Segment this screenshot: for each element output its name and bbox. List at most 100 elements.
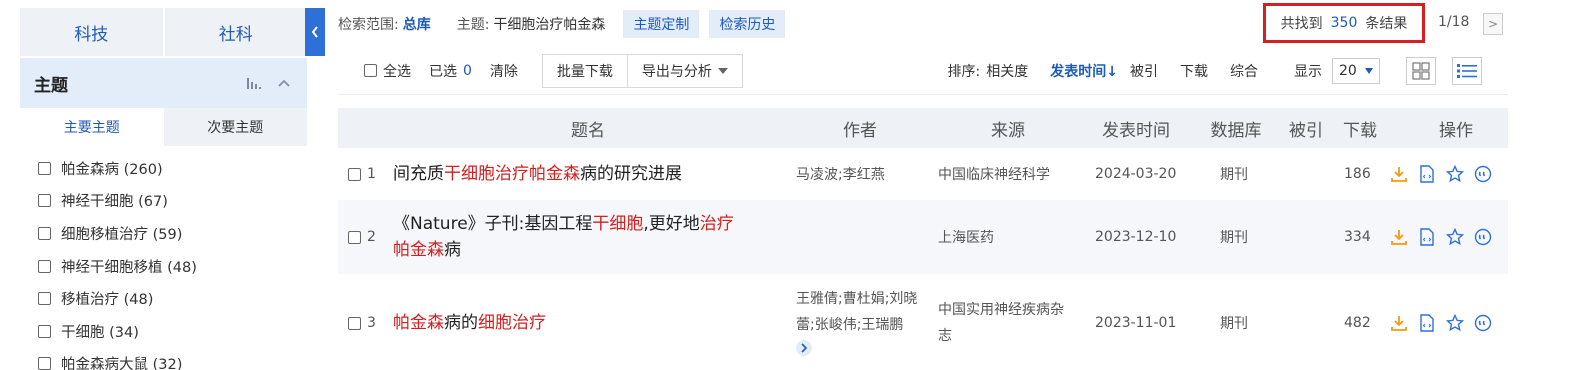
database: 期刊 — [1220, 316, 1248, 332]
col-database: 数据库 — [1210, 120, 1262, 141]
author-line: 王雅倩;曹杜娟;刘晓 — [796, 291, 918, 307]
tab-secondary-topic[interactable]: 次要主题 — [163, 108, 307, 146]
batch-download-button[interactable]: 批量下载 — [541, 53, 628, 88]
tab-science[interactable]: 科技 — [20, 8, 163, 56]
title-part: 《Nature》子刊:基因工程 — [393, 214, 593, 234]
title-part: 帕金森 — [393, 240, 444, 260]
title-part: ,更好地 — [643, 214, 700, 234]
star-icon[interactable] — [1446, 314, 1464, 332]
row-checkbox[interactable] — [348, 230, 361, 244]
topic-title: 主题 — [34, 75, 68, 96]
source-link[interactable]: 上海医药 — [938, 200, 994, 274]
caret-down-icon — [717, 67, 728, 74]
sort-download[interactable]: 下载 — [1180, 61, 1208, 81]
source-link[interactable]: 中国临床神经科学 — [938, 150, 1050, 198]
tab-social-science[interactable]: 社科 — [164, 8, 307, 56]
star-icon[interactable] — [1446, 228, 1464, 246]
sort-cited[interactable]: 被引 — [1130, 61, 1158, 81]
source-link[interactable]: 中国实用神经疾病杂 志 — [938, 276, 1064, 370]
sort-date-label: 发表时间 — [1050, 63, 1107, 80]
table-row: 3 帕金森 病的 细胞治疗 王雅倩;曹杜娟;刘晓 蕾;张峻伟;王瑞鹏 中国实用神经疾… — [338, 276, 1508, 370]
topic-item[interactable]: 移植治疗 (48) — [20, 282, 307, 315]
row-checkbox[interactable] — [348, 167, 361, 181]
download-icon[interactable] — [1390, 165, 1408, 183]
sort-composite[interactable]: 综合 — [1230, 61, 1258, 81]
theme-custom-button[interactable]: 主题定制 — [623, 10, 700, 38]
found-suffix: 条结果 — [1365, 16, 1408, 32]
topic-item[interactable]: 神经干细胞 (67) — [20, 185, 307, 218]
expand-authors-icon[interactable] — [796, 340, 812, 356]
chevron-up-icon[interactable] — [275, 74, 293, 92]
author-line: 蕾;张峻伟;王瑞鹏 — [796, 317, 904, 333]
article-title-link[interactable]: 《Nature》子刊:基因工程干细胞,更好地治疗 帕金森病 — [393, 200, 734, 274]
article-title-link[interactable]: 间充质 干细胞治疗帕金森 病的研究进展 — [393, 150, 682, 198]
select-all-checkbox[interactable] — [364, 64, 377, 77]
table-header: 题名 作者 来源 发表时间 数据库 被引 下载 操作 — [338, 108, 1508, 148]
page-indicator: 1/18 — [1438, 14, 1470, 30]
tab-main-topic[interactable]: 主要主题 — [20, 108, 164, 146]
next-page-button[interactable]: > — [1483, 13, 1503, 35]
author-link[interactable]: 王雅倩;曹杜娟;刘晓 蕾;张峻伟;王瑞鹏 — [796, 286, 917, 356]
topic-item[interactable]: 细胞移植治疗 (59) — [20, 217, 307, 250]
topic-item[interactable]: 神经干细胞移植 (48) — [20, 250, 307, 283]
title-part: 细胞治疗 — [478, 313, 546, 333]
row-index: 1 — [367, 166, 376, 182]
topic-sub-tabs: 主要主题 次要主题 — [20, 108, 307, 146]
checkbox[interactable] — [38, 357, 51, 370]
sort-relevance[interactable]: 相关度 — [986, 61, 1028, 81]
topic-item[interactable]: 帕金森病 (260) — [20, 152, 307, 185]
col-cited: 被引 — [1289, 120, 1323, 141]
grid-view-button[interactable] — [1406, 56, 1436, 85]
download-icon[interactable] — [1390, 314, 1408, 332]
checkbox[interactable] — [38, 324, 51, 338]
checkbox[interactable] — [38, 161, 51, 175]
export-analysis-dropdown[interactable]: 导出与分析 — [627, 53, 743, 88]
sort-date[interactable]: 发表时间↓ — [1050, 61, 1118, 81]
download-count: 186 — [1344, 166, 1371, 182]
found-count: 350 — [1330, 15, 1358, 31]
html-read-icon[interactable] — [1418, 228, 1436, 246]
theme-label: 主题: — [456, 17, 490, 33]
checkbox[interactable] — [38, 226, 51, 240]
scope-value[interactable]: 总库 — [403, 14, 431, 34]
title-part: 干细胞治疗帕金森 — [444, 164, 580, 184]
topic-item[interactable]: 帕金森病大鼠 (32) — [20, 348, 307, 370]
bar-chart-icon[interactable] — [245, 74, 263, 92]
checkbox[interactable] — [38, 259, 51, 273]
search-history-button[interactable]: 检索历史 — [709, 10, 786, 38]
checkbox[interactable] — [38, 194, 51, 208]
topic-label: 神经干细胞移植 (48) — [61, 259, 197, 276]
row-select[interactable]: 2 — [348, 200, 376, 274]
quote-icon[interactable] — [1474, 228, 1492, 246]
title-part: 间充质 — [393, 164, 444, 184]
html-read-icon[interactable] — [1418, 314, 1436, 332]
row-select[interactable]: 3 — [348, 276, 376, 370]
download-icon[interactable] — [1390, 228, 1408, 246]
title-part: 治疗 — [699, 214, 734, 234]
row-index: 2 — [367, 229, 376, 245]
article-title-link[interactable]: 帕金森 病的 细胞治疗 — [393, 276, 546, 370]
scope-label: 检索范围: — [338, 17, 399, 33]
select-all[interactable]: 全选 — [364, 61, 411, 81]
source-line: 中国实用神经疾病杂 — [938, 302, 1064, 318]
database: 期刊 — [1220, 167, 1248, 183]
topic-item[interactable]: 干细胞 (34) — [20, 315, 307, 348]
clear-button[interactable]: 清除 — [490, 61, 518, 81]
found-prefix: 共找到 — [1280, 16, 1323, 32]
page-size-value: 20 — [1339, 62, 1357, 79]
topic-label: 移植治疗 (48) — [61, 292, 154, 309]
author-link[interactable]: 马凌波;李红燕 — [796, 150, 885, 198]
page-size-select[interactable]: 20 — [1332, 57, 1380, 84]
collapse-sidebar-button[interactable] — [305, 8, 325, 56]
publish-date: 2023-11-01 — [1095, 315, 1177, 331]
row-select[interactable]: 1 — [348, 150, 376, 198]
quote-icon[interactable] — [1474, 165, 1492, 183]
row-checkbox[interactable] — [348, 316, 361, 330]
html-read-icon[interactable] — [1418, 165, 1436, 183]
list-icon — [1457, 63, 1477, 78]
list-view-button[interactable] — [1452, 56, 1482, 85]
star-icon[interactable] — [1446, 165, 1464, 183]
quote-icon[interactable] — [1474, 314, 1492, 332]
source-line: 志 — [938, 328, 952, 344]
checkbox[interactable] — [38, 292, 51, 306]
